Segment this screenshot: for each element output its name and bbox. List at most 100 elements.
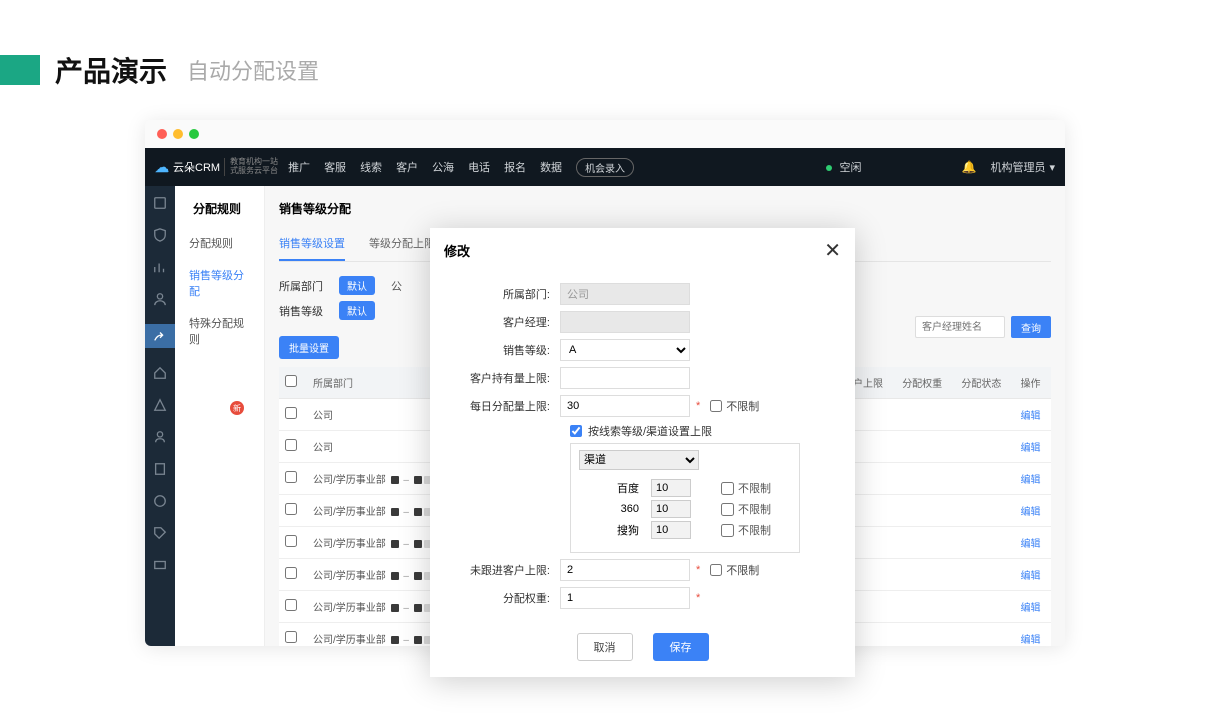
sidebar-item-sales-level[interactable]: 销售等级分配 <box>175 259 264 307</box>
nav-item-leads[interactable]: 线索 <box>360 159 382 175</box>
label-level: 销售等级: <box>450 342 560 358</box>
daily-unlimited-checkbox[interactable]: 不限制 <box>710 398 759 414</box>
modal-close-icon[interactable]: ✕ <box>824 238 841 263</box>
sidebar: 分配规则 分配规则 销售等级分配 特殊分配规则 <box>175 186 265 646</box>
new-badge: 新 <box>230 401 244 415</box>
channel-row: 搜狗 不限制 <box>579 521 791 539</box>
channel-limit-input[interactable] <box>651 479 691 497</box>
select-all-checkbox[interactable] <box>285 375 297 387</box>
input-hold-limit[interactable] <box>560 367 690 389</box>
channel-row: 百度 不限制 <box>579 479 791 497</box>
tab-level-limits[interactable]: 等级分配上限 <box>369 227 435 261</box>
rail-settings-icon[interactable] <box>145 324 175 348</box>
edit-link[interactable]: 编辑 <box>1021 539 1041 550</box>
required-star: * <box>696 564 700 576</box>
search-button[interactable]: 查询 <box>1011 316 1051 338</box>
input-unfollow-limit[interactable] <box>560 559 690 581</box>
nav-item-pool[interactable]: 公海 <box>432 159 454 175</box>
logo-mark-icon: ☁ <box>155 159 169 176</box>
nav-item-promotion[interactable]: 推广 <box>288 159 310 175</box>
side-rail <box>145 186 175 646</box>
window-maximize-icon[interactable] <box>189 129 199 139</box>
channel-unlimited-checkbox[interactable]: 不限制 <box>721 480 771 496</box>
required-star: * <box>696 400 700 412</box>
sidebar-item-rules[interactable]: 分配规则 <box>175 227 264 259</box>
row-checkbox[interactable] <box>285 471 297 483</box>
unfollow-unlimited-checkbox[interactable]: 不限制 <box>710 562 759 578</box>
sidebar-title: 分配规则 <box>175 186 264 227</box>
nav-item-data[interactable]: 数据 <box>540 159 562 175</box>
channel-name: 搜狗 <box>591 522 651 538</box>
row-checkbox[interactable] <box>285 407 297 419</box>
edit-link[interactable]: 编辑 <box>1021 571 1041 582</box>
logo: ☁ 云朵CRM 教育机构一站式服务云平台 <box>155 158 278 176</box>
logo-text: 云朵CRM <box>173 159 220 175</box>
rail-home-icon[interactable] <box>153 366 167 380</box>
channel-name: 百度 <box>591 480 651 496</box>
rail-document-icon[interactable] <box>153 462 167 476</box>
filter-dept-value: 公 <box>391 278 402 294</box>
cancel-button[interactable]: 取消 <box>577 633 633 661</box>
input-daily-limit[interactable] <box>560 395 690 417</box>
input-manager <box>560 311 690 333</box>
rail-triangle-icon[interactable] <box>153 398 167 412</box>
channel-name: 360 <box>591 503 651 515</box>
nav-item-customers[interactable]: 客户 <box>396 159 418 175</box>
rail-chart-icon[interactable] <box>153 260 167 274</box>
edit-link[interactable]: 编辑 <box>1021 507 1041 518</box>
input-dept <box>560 283 690 305</box>
edit-link[interactable]: 编辑 <box>1021 635 1041 646</box>
row-checkbox[interactable] <box>285 439 297 451</box>
rail-message-icon[interactable] <box>153 558 167 572</box>
nav-item-service[interactable]: 客服 <box>324 159 346 175</box>
status-text: 空闲 <box>840 162 862 174</box>
user-name: 机构管理员 <box>990 159 1045 175</box>
channel-row: 360 不限制 <box>579 500 791 518</box>
nav-opportunity-button[interactable]: 机会录入 <box>576 158 634 177</box>
row-checkbox[interactable] <box>285 599 297 611</box>
rail-dashboard-icon[interactable] <box>153 196 167 210</box>
rail-shield-icon[interactable] <box>153 228 167 242</box>
save-button[interactable]: 保存 <box>653 633 709 661</box>
batch-settings-button[interactable]: 批量设置 <box>279 336 339 359</box>
label-daily-limit: 每日分配量上限: <box>450 398 560 414</box>
label-dept: 所属部门: <box>450 286 560 302</box>
nav-items: 推广 客服 线索 客户 公海 电话 报名 数据 机会录入 <box>288 158 634 177</box>
channel-limit-input[interactable] <box>651 521 691 539</box>
row-checkbox[interactable] <box>285 567 297 579</box>
nav-item-signup[interactable]: 报名 <box>504 159 526 175</box>
channel-type-select[interactable]: 渠道 <box>579 450 699 470</box>
notification-bell-icon[interactable]: 🔔 <box>962 160 977 174</box>
label-weight: 分配权重: <box>450 590 560 606</box>
required-star: * <box>696 592 700 604</box>
nav-item-phone[interactable]: 电话 <box>468 159 490 175</box>
filter-level-default-pill[interactable]: 默认 <box>339 301 375 320</box>
channel-unlimited-checkbox[interactable]: 不限制 <box>721 522 771 538</box>
rail-phone-icon[interactable] <box>153 494 167 508</box>
edit-link[interactable]: 编辑 <box>1021 443 1041 454</box>
rail-tag-icon[interactable] <box>153 526 167 540</box>
col-action: 操作 <box>1015 367 1051 399</box>
select-level[interactable]: A <box>560 339 690 361</box>
edit-link[interactable]: 编辑 <box>1021 475 1041 486</box>
tab-level-settings[interactable]: 销售等级设置 <box>279 227 345 261</box>
input-weight[interactable] <box>560 587 690 609</box>
rail-person-icon[interactable] <box>153 430 167 444</box>
modal-title: 修改 <box>444 241 470 260</box>
channel-unlimited-checkbox[interactable]: 不限制 <box>721 501 771 517</box>
page-title: 产品演示 <box>55 50 167 90</box>
rail-user-icon[interactable] <box>153 292 167 306</box>
row-checkbox[interactable] <box>285 535 297 547</box>
window-minimize-icon[interactable] <box>173 129 183 139</box>
user-menu[interactable]: 机构管理员 ▾ <box>990 159 1055 175</box>
edit-link[interactable]: 编辑 <box>1021 603 1041 614</box>
edit-link[interactable]: 编辑 <box>1021 411 1041 422</box>
row-checkbox[interactable] <box>285 631 297 643</box>
by-channel-checkbox[interactable] <box>570 425 582 437</box>
channel-limit-input[interactable] <box>651 500 691 518</box>
filter-dept-default-pill[interactable]: 默认 <box>339 276 375 295</box>
row-checkbox[interactable] <box>285 503 297 515</box>
sidebar-item-special[interactable]: 特殊分配规则 <box>175 307 264 355</box>
window-close-icon[interactable] <box>157 129 167 139</box>
search-input[interactable] <box>915 316 1005 338</box>
